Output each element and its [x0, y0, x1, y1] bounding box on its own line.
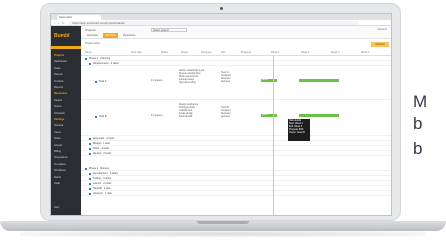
sidebar-item[interactable]: Roles [54, 137, 61, 140]
task-name: Task B [99, 115, 107, 118]
col-header[interactable]: Assigned [201, 51, 211, 54]
side-caption-line: b [413, 114, 423, 133]
table-row[interactable]: Review · 2 tasks [81, 151, 391, 156]
task-notes: Design wireframes Prototype flows Usabil… [179, 104, 199, 118]
col-header: Week 4 [361, 51, 370, 54]
user-menu[interactable]: Account [378, 28, 387, 31]
task-status: In progress [151, 115, 163, 117]
tab-schedule[interactable]: Schedule [103, 33, 118, 38]
laptop-notch [197, 221, 249, 224]
col-header: Week 3 [331, 51, 340, 54]
project-select[interactable]: Select project [151, 28, 187, 32]
col-header[interactable]: Start date [131, 51, 142, 54]
toolbar: Project tasks Add task [81, 39, 391, 51]
sidebar-item[interactable]: People [54, 99, 62, 102]
sidebar-item[interactable]: Billing [54, 150, 61, 153]
expand-icon[interactable] [89, 192, 91, 195]
expand-icon[interactable] [89, 172, 91, 175]
task-status: In progress [151, 80, 163, 82]
laptop-screen: Sourceful ‹ › ↻ https://app.sourceful.co… [50, 13, 392, 216]
sidebar-item[interactable]: Dashboard [54, 60, 67, 63]
sidebar-item[interactable]: Reports [54, 86, 63, 89]
tab-overview[interactable]: Overview [85, 33, 100, 38]
gantt-label: Active [262, 114, 268, 116]
camera-icon [220, 7, 223, 10]
expand-icon[interactable] [89, 187, 91, 190]
sidebar-item[interactable]: Users [54, 131, 61, 134]
expand-icon[interactable] [85, 57, 87, 60]
task-notes: Gather stakeholder input Review existing… [179, 70, 205, 84]
reload-icon[interactable]: ↻ [62, 22, 65, 25]
sidebar-item[interactable]: Integrations [54, 156, 68, 159]
add-task-button[interactable]: Add task [371, 42, 389, 47]
row-label: Review · 2 tasks [93, 152, 112, 155]
toolbar-title: Project tasks [85, 42, 100, 45]
col-header[interactable]: Name [85, 51, 92, 54]
back-icon[interactable]: ‹ [54, 22, 57, 25]
expand-icon[interactable] [85, 167, 87, 170]
col-header: Week 2 [301, 51, 310, 54]
sidebar-item[interactable]: General [54, 124, 63, 127]
col-header: Week 1 [271, 51, 280, 54]
expand-icon[interactable] [89, 177, 91, 180]
sidebar-item[interactable]: Teams [54, 105, 62, 108]
task-owner: Team A Assigned Reviewer Approver [221, 72, 231, 83]
col-header[interactable]: Progress [241, 51, 251, 54]
table-row[interactable]: Closeout · 1 task [81, 191, 391, 196]
task-detail-row[interactable]: Task B In progress Design wireframes Pro… [81, 100, 391, 136]
task-owner: Team B Assigned Reviewer Approver [221, 107, 231, 118]
expand-icon[interactable] [89, 142, 91, 145]
sidebar-section-heading: Resources [54, 92, 68, 96]
expand-icon[interactable] [89, 182, 91, 185]
sidebar-item[interactable]: Workflows [54, 169, 66, 172]
today-line [273, 56, 274, 215]
sidebar: Bumbl Projects Dashboard Tasks Planner Timel… [51, 26, 81, 215]
expand-icon[interactable] [95, 116, 97, 118]
laptop-shadow [20, 231, 426, 237]
sidebar-item[interactable]: Templates [54, 163, 66, 166]
expand-icon[interactable] [89, 147, 91, 150]
expand-icon[interactable] [95, 81, 97, 83]
task-name: Task A [99, 80, 107, 83]
sidebar-item[interactable]: Fields [54, 176, 61, 179]
side-caption-line: b [413, 139, 423, 158]
expand-icon[interactable] [89, 62, 91, 65]
col-header[interactable]: Owner [181, 51, 188, 54]
page-title: Projects [85, 28, 96, 32]
gantt-bar[interactable] [299, 114, 339, 117]
sidebar-footer[interactable]: Help [54, 206, 59, 209]
forward-icon[interactable]: › [58, 22, 61, 25]
url-input[interactable]: https://app.sourceful.com/projects/tasks [69, 21, 359, 25]
expand-icon[interactable] [89, 137, 91, 140]
sidebar-item[interactable]: Planner [54, 73, 63, 76]
expand-icon[interactable] [89, 152, 91, 155]
col-header[interactable]: Due [221, 51, 226, 54]
sidebar-item[interactable]: Schedule [54, 112, 65, 115]
sidebar-item[interactable]: Access [54, 144, 62, 147]
app-header: Projects Select project Account Overview… [81, 26, 391, 39]
task-detail-row[interactable]: Task A In progress Gather stakeholder in… [81, 66, 391, 100]
side-caption-line: M [413, 92, 428, 111]
sidebar-item[interactable]: Timeline [54, 80, 64, 83]
tab-resources[interactable]: Resources [121, 33, 137, 38]
sidebar-item[interactable]: Tasks [54, 67, 61, 70]
task-grid: Phase 1 · Planning Requirements · 3 task… [81, 56, 391, 215]
row-label: Closeout · 1 task [93, 192, 112, 195]
logo: Bumbl [54, 33, 70, 39]
gantt-tooltip: Task details Start: Week 2 End: Week 3 P… [288, 119, 310, 141]
sidebar-item[interactable]: Audit [54, 182, 60, 185]
sidebar-section-heading: Settings [54, 118, 65, 121]
sidebar-section-heading: Projects [54, 54, 65, 57]
gantt-label: Active [262, 79, 268, 81]
gantt-bar[interactable] [299, 79, 339, 82]
brand-bar [51, 46, 81, 49]
col-header[interactable]: Status [161, 51, 168, 54]
